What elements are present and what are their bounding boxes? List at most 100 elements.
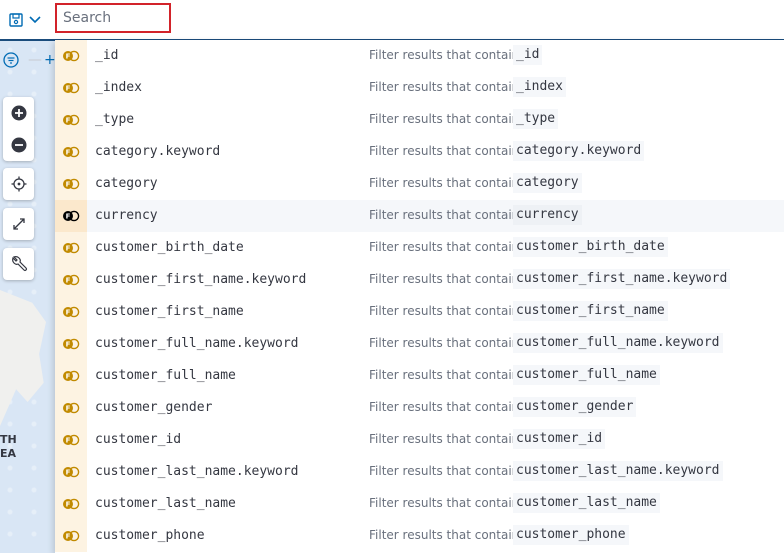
filter-divider-icon: — [28, 52, 42, 68]
suggestion-description: Filter results that contain [369, 240, 520, 254]
tools-control [3, 248, 34, 280]
suggestion-code: category [513, 173, 582, 193]
svg-text:F: F [66, 213, 71, 221]
string-field-icon: F [63, 434, 80, 446]
suggestion-description: Filter results that contain [369, 208, 520, 222]
suggestion-item[interactable]: Fcustomer_birth_date Filter results that … [55, 232, 784, 264]
string-field-icon: F [63, 306, 80, 318]
suggestion-code: _type [513, 109, 559, 129]
suggestion-item[interactable]: Fcustomer_first_name Filter results that … [55, 296, 784, 328]
fullscreen-button[interactable] [3, 208, 34, 240]
field-name: customer_last_name.keyword [95, 464, 299, 479]
search-box [55, 3, 171, 33]
map-sea-label-line1: TH [0, 433, 17, 446]
locate-button[interactable] [3, 168, 34, 200]
filter-bar: — + [0, 45, 56, 75]
field-type-cell: F [55, 296, 87, 328]
chevron-down-icon [29, 16, 41, 24]
suggestion-code: customer_first_name [513, 301, 668, 321]
suggestion-description: Filter results that contain [369, 528, 520, 542]
suggestion-code: customer_id [513, 429, 606, 449]
suggestion-item[interactable]: Fcustomer_phone Filter results that conta… [55, 520, 784, 552]
query-bar [0, 0, 784, 41]
field-name: category [95, 176, 158, 191]
suggestion-item[interactable]: Fcustomer_gender Filter results that cont… [55, 392, 784, 424]
map-sea-label: TH EA [0, 433, 17, 461]
wrench-icon [11, 256, 27, 272]
suggestion-item[interactable]: Fcustomer_id Filter results that contain c… [55, 424, 784, 456]
field-type-cell: F [55, 104, 87, 136]
suggestion-item[interactable]: Fcategory Filter results that contain cate… [55, 168, 784, 200]
svg-text:F: F [66, 533, 71, 541]
string-field-icon: F [63, 274, 80, 286]
field-name: customer_phone [95, 528, 205, 543]
suggestion-description: Filter results that contain [369, 400, 520, 414]
suggestion-item[interactable]: F _id Filter results that contain _id [55, 40, 784, 72]
field-name: customer_full_name.keyword [95, 336, 299, 351]
field-type-cell: F [55, 360, 87, 392]
suggestion-item[interactable]: F _index Filter results that contain _index [55, 72, 784, 104]
suggestion-code: customer_full_name [513, 365, 660, 385]
zoom-out-icon [11, 137, 26, 153]
suggestion-description: Filter results that contain [369, 112, 520, 126]
zoom-out-button[interactable] [3, 129, 34, 161]
string-field-icon: F [63, 242, 80, 254]
suggestion-item[interactable]: F _type Filter results that contain _type [55, 104, 784, 136]
suggestion-description: Filter results that contain [369, 272, 520, 286]
svg-text:F: F [66, 501, 71, 509]
svg-text:F: F [66, 373, 71, 381]
field-name: customer_first_name.keyword [95, 272, 307, 287]
suggestion-code: customer_last_name.keyword [513, 461, 723, 481]
field-name: category.keyword [95, 144, 221, 159]
suggestion-description: Filter results that contain [369, 304, 520, 318]
suggestion-item[interactable]: Fcustomer_last_name Filter results that c… [55, 488, 784, 520]
filter-icon[interactable] [3, 52, 19, 68]
string-field-icon: F [63, 178, 80, 190]
suggestion-code: category.keyword [513, 141, 645, 161]
svg-text:F: F [66, 469, 71, 477]
field-type-cell: F [55, 328, 87, 360]
svg-text:F: F [66, 181, 71, 189]
svg-text:F: F [66, 117, 71, 125]
string-field-icon: F [63, 50, 80, 62]
map-sea-label-line2: EA [0, 447, 17, 460]
suggestion-item[interactable]: Fcurrency Filter results that contain curr… [55, 200, 784, 232]
suggestion-description: Filter results that contain [369, 176, 520, 190]
field-type-cell: F [55, 232, 87, 264]
suggestion-item[interactable]: Fcustomer_full_name Filter results that c… [55, 360, 784, 392]
field-name: customer_id [95, 432, 182, 447]
string-field-icon: F [63, 402, 80, 414]
string-field-icon: F [63, 466, 80, 478]
string-field-icon: F [63, 146, 80, 158]
suggestion-description: Filter results that contain [369, 336, 520, 350]
suggestion-item[interactable]: Fcustomer_first_name.keyword Filter resul… [55, 264, 784, 296]
field-type-cell: F [55, 72, 87, 104]
fullscreen-control [3, 208, 34, 240]
suggestion-code: customer_birth_date [513, 237, 668, 257]
field-name: currency [95, 208, 158, 223]
suggestion-code: customer_phone [513, 525, 629, 545]
suggestion-item[interactable]: Fcustomer_full_name.keyword Filter result… [55, 328, 784, 360]
field-type-cell: F [55, 40, 87, 72]
suggestion-description: Filter results that contain [369, 48, 520, 62]
suggestion-item[interactable]: Fcategory.keyword Filter results that con… [55, 136, 784, 168]
svg-text:F: F [66, 309, 71, 317]
search-input[interactable] [57, 5, 169, 31]
zoom-in-button[interactable] [3, 97, 34, 129]
suggestion-item[interactable]: Fcustomer_last_name.keyword Filter result… [55, 456, 784, 488]
add-filter-icon[interactable]: + [44, 52, 56, 68]
tools-button[interactable] [3, 248, 34, 280]
saved-query-button[interactable] [8, 8, 48, 32]
field-name: customer_first_name [95, 304, 244, 319]
svg-text:F: F [66, 437, 71, 445]
field-type-cell: F [55, 168, 87, 200]
field-name: _index [95, 80, 142, 95]
suggestion-description: Filter results that contain [369, 144, 520, 158]
crosshair-icon [11, 176, 26, 192]
suggestion-description: Filter results that contain [369, 432, 520, 446]
field-name: customer_birth_date [95, 240, 244, 255]
field-name: customer_full_name [95, 368, 236, 383]
save-icon [9, 13, 23, 27]
field-type-cell: F [55, 520, 87, 552]
field-type-cell: F [55, 488, 87, 520]
